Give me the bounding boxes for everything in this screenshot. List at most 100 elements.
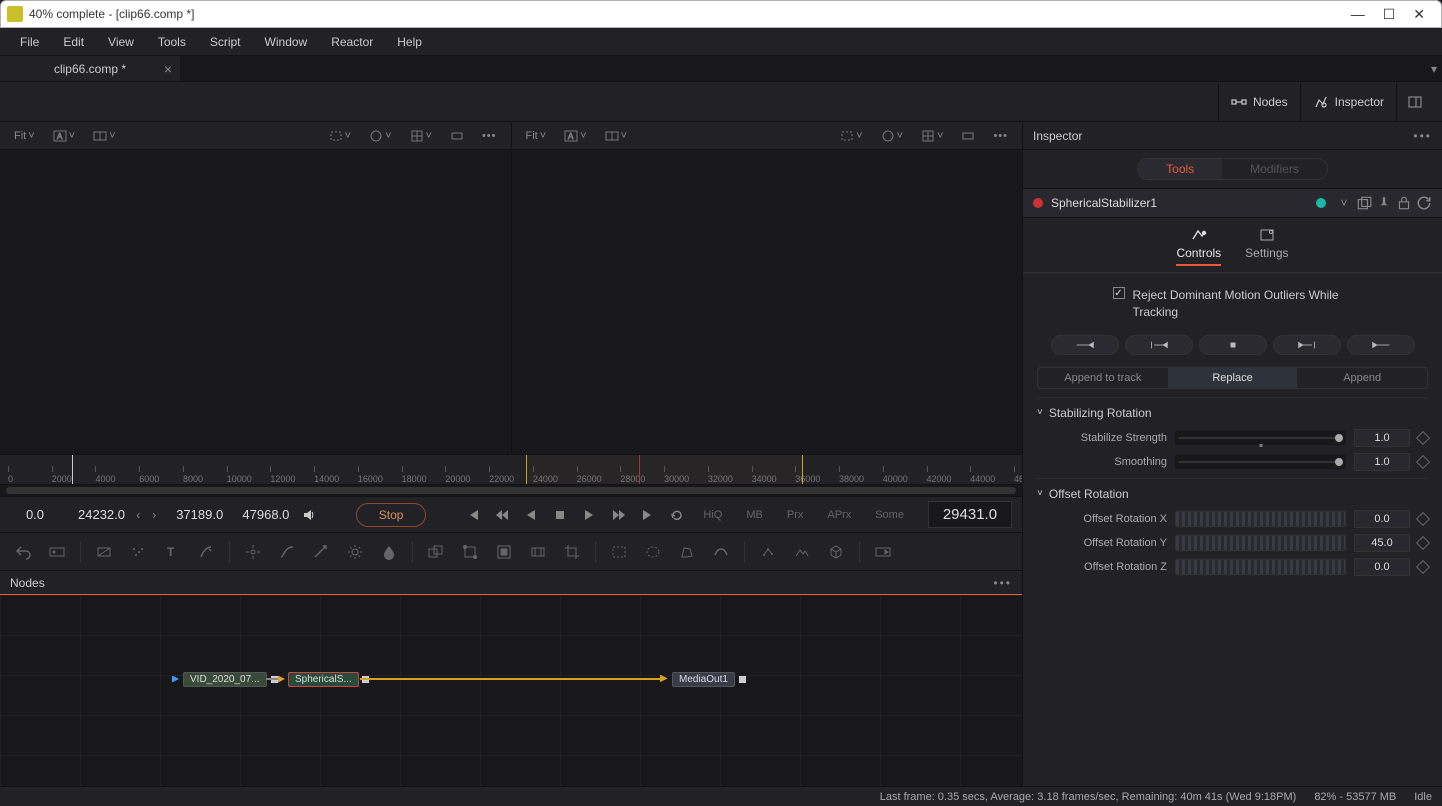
zoom-fit-right[interactable]: Fit˅ bbox=[520, 128, 553, 144]
document-tab[interactable]: clip66.comp * × bbox=[0, 56, 180, 81]
brightness-tool-icon[interactable] bbox=[340, 538, 370, 566]
layout-customize-icon[interactable] bbox=[1396, 83, 1432, 121]
reset-icon[interactable] bbox=[1416, 195, 1432, 211]
rectangle-mask-icon[interactable] bbox=[604, 538, 634, 566]
keyframe-icon[interactable] bbox=[1416, 455, 1430, 469]
close-button[interactable]: ✕ bbox=[1413, 6, 1425, 23]
node-stabilizer[interactable]: SphericalS... bbox=[278, 671, 369, 687]
mb-toggle[interactable]: MB bbox=[738, 506, 771, 524]
go-end-icon[interactable] bbox=[637, 503, 658, 527]
viewer-roi-icon[interactable]: ˅ bbox=[323, 127, 357, 145]
close-tab-icon[interactable]: × bbox=[164, 61, 172, 77]
controls-tab[interactable]: Controls bbox=[1176, 228, 1221, 266]
node-loader[interactable]: VID_2020_07... bbox=[172, 671, 278, 687]
stabilize-strength-slider[interactable] bbox=[1175, 431, 1346, 445]
viewer-a-icon[interactable]: A˅ bbox=[47, 127, 81, 145]
inspector-more-icon[interactable]: ••• bbox=[1413, 129, 1432, 143]
zoom-fit-left[interactable]: Fit˅ bbox=[8, 128, 41, 144]
offset-x-wheel[interactable] bbox=[1175, 511, 1346, 527]
menu-window[interactable]: Window bbox=[253, 31, 320, 53]
curves-tool-icon[interactable] bbox=[272, 538, 302, 566]
input-port-icon[interactable] bbox=[172, 676, 179, 683]
nodes-panel-toggle[interactable]: Nodes bbox=[1218, 83, 1300, 121]
viewer-a-icon-r[interactable]: A˅ bbox=[558, 127, 592, 145]
polygon-mask-icon[interactable] bbox=[672, 538, 702, 566]
menu-file[interactable]: File bbox=[8, 31, 51, 53]
track-stop-button[interactable] bbox=[1199, 335, 1267, 355]
keyframe-icon[interactable] bbox=[1416, 512, 1430, 526]
render-in-field[interactable]: 24232.0 bbox=[68, 503, 126, 526]
offset-x-value[interactable]: 0.0 bbox=[1354, 510, 1410, 528]
tabbar-overflow-icon[interactable]: ▾ bbox=[1426, 56, 1442, 81]
menu-tools[interactable]: Tools bbox=[146, 31, 198, 53]
offset-z-wheel[interactable] bbox=[1175, 559, 1346, 575]
stop-render-button[interactable]: Stop bbox=[356, 503, 427, 527]
matte-control-icon[interactable] bbox=[489, 538, 519, 566]
media-in-icon[interactable] bbox=[42, 538, 72, 566]
transform-tool-icon[interactable] bbox=[455, 538, 485, 566]
step-forward-icon[interactable] bbox=[608, 503, 629, 527]
ellipse-mask-icon[interactable] bbox=[638, 538, 668, 566]
track-reverse-from-end-button[interactable] bbox=[1051, 335, 1119, 355]
global-end-field[interactable]: 47968.0 bbox=[232, 503, 290, 526]
menu-script[interactable]: Script bbox=[198, 31, 253, 53]
track-forward-button[interactable] bbox=[1273, 335, 1341, 355]
minimize-button[interactable]: — bbox=[1351, 6, 1365, 23]
hiq-toggle[interactable]: HiQ bbox=[695, 506, 730, 524]
viewer-grid-icon-r[interactable]: ˅ bbox=[915, 127, 949, 145]
viewer-left-more-icon[interactable]: ••• bbox=[476, 128, 503, 144]
3d-tool-icon[interactable] bbox=[821, 538, 851, 566]
step-back-icon[interactable] bbox=[492, 503, 513, 527]
viewer-split-icon-r[interactable]: ˅ bbox=[599, 127, 633, 145]
maximize-button[interactable]: ☐ bbox=[1383, 6, 1396, 23]
menu-reactor[interactable]: Reactor bbox=[319, 31, 385, 53]
viewer-controls-icon-r[interactable] bbox=[955, 127, 981, 145]
stabilize-strength-value[interactable]: 1.0 bbox=[1354, 429, 1410, 447]
view-dot-icon[interactable] bbox=[1316, 198, 1326, 208]
node-graph[interactable]: VID_2020_07... SphericalS... ▶ MediaOut1 bbox=[0, 595, 1022, 786]
background-tool-icon[interactable] bbox=[89, 538, 119, 566]
current-frame-marker[interactable] bbox=[639, 455, 640, 484]
input-port-icon[interactable] bbox=[278, 676, 285, 683]
play-forward-icon[interactable] bbox=[579, 503, 600, 527]
timeline-scrollbar[interactable] bbox=[0, 484, 1022, 496]
offset-z-value[interactable]: 0.0 bbox=[1354, 558, 1410, 576]
node-mediaout[interactable]: MediaOut1 bbox=[672, 671, 746, 687]
offset-y-wheel[interactable] bbox=[1175, 535, 1346, 551]
merge-tool-icon[interactable] bbox=[421, 538, 451, 566]
playhead-1[interactable] bbox=[72, 455, 73, 484]
crop-tool-icon[interactable] bbox=[557, 538, 587, 566]
prender-tool-icon[interactable] bbox=[787, 538, 817, 566]
render-out-field[interactable]: 37189.0 bbox=[166, 503, 224, 526]
viewer-split-icon[interactable]: ˅ bbox=[87, 127, 121, 145]
lock-icon[interactable] bbox=[1396, 195, 1412, 211]
offset-y-value[interactable]: 45.0 bbox=[1354, 534, 1410, 552]
out-marker[interactable] bbox=[802, 455, 803, 484]
menu-edit[interactable]: Edit bbox=[51, 31, 96, 53]
pin-icon[interactable] bbox=[1376, 195, 1392, 211]
text-tool-icon[interactable]: T bbox=[157, 538, 187, 566]
tools-tab[interactable]: Tools bbox=[1138, 159, 1222, 179]
play-reverse-icon[interactable] bbox=[521, 503, 542, 527]
node-name-label[interactable]: SphericalStabilizer1 bbox=[1051, 196, 1316, 210]
viewer-grid-icon[interactable]: ˅ bbox=[404, 127, 438, 145]
fastnoise-tool-icon[interactable] bbox=[123, 538, 153, 566]
some-toggle[interactable]: Some bbox=[867, 506, 912, 524]
prx-toggle[interactable]: Prx bbox=[779, 506, 812, 524]
append-to-track-option[interactable]: Append to track bbox=[1038, 368, 1168, 388]
global-start-field[interactable]: 0.0 bbox=[10, 503, 60, 526]
append-option[interactable]: Append bbox=[1297, 368, 1427, 388]
keyframe-icon[interactable] bbox=[1416, 431, 1430, 445]
reject-outliers-checkbox[interactable]: ✓ bbox=[1113, 287, 1125, 299]
node-color-dot[interactable] bbox=[1033, 198, 1043, 208]
viewer-3d-icon[interactable]: ˅ bbox=[363, 127, 397, 145]
media-out-icon[interactable] bbox=[868, 538, 898, 566]
nodes-panel-more-icon[interactable]: ••• bbox=[993, 576, 1012, 590]
menu-view[interactable]: View bbox=[96, 31, 146, 53]
viewer-roi-icon-r[interactable]: ˅ bbox=[834, 127, 868, 145]
output-port-icon[interactable] bbox=[739, 676, 746, 683]
inspector-panel-toggle[interactable]: Inspector bbox=[1300, 83, 1396, 121]
keyframe-icon[interactable] bbox=[1416, 560, 1430, 574]
in-marker[interactable] bbox=[526, 455, 527, 484]
stop-playback-icon[interactable] bbox=[550, 503, 571, 527]
